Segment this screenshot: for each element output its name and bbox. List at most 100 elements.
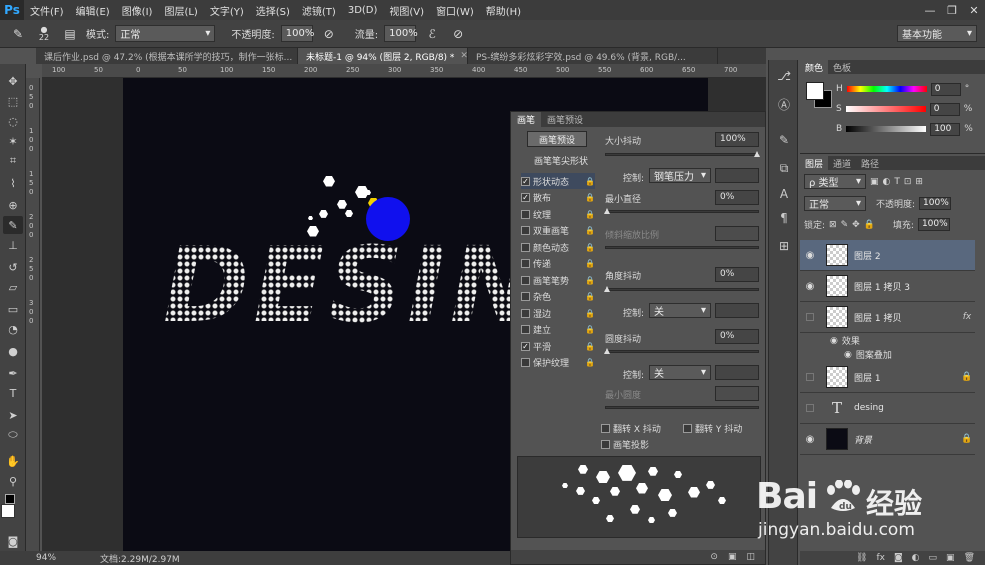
brush-option[interactable]: 纹理 🔒 [521,206,595,222]
checkbox[interactable] [601,440,610,449]
minimize-button[interactable]: — [919,0,941,20]
brush-tool-icon[interactable]: ✎ [8,24,28,44]
lock-paint-icon[interactable]: ✎ [841,220,849,230]
slider-knob[interactable] [754,151,760,157]
new-group-icon[interactable]: ▭ [929,553,938,563]
filter-pixel-icon[interactable]: ▣ [870,177,879,187]
layer-row[interactable]: ◉ 图层 2 [800,240,975,271]
brightness-slider[interactable] [846,126,927,132]
slider-knob[interactable] [604,286,610,292]
hue-slider[interactable] [846,86,927,92]
menu-edit[interactable]: 编辑(E) [70,3,116,18]
slider-knob[interactable] [604,208,610,214]
pattern-overlay-row[interactable]: ◉ 图案叠加 [844,348,892,362]
effects-eye-icon[interactable]: ◉ [830,336,838,346]
angle-control-extra-field[interactable] [715,303,759,318]
angle-jitter-field[interactable]: 0% [715,267,759,282]
brush-panel-toggle-icon[interactable]: ▤ [60,24,80,44]
flow-field[interactable]: 100% [384,25,418,42]
workspace-select[interactable]: 基本功能 ▾ [897,25,977,42]
lock-icon[interactable]: 🔒 [585,193,595,202]
healing-tool-icon[interactable]: ⊕ [3,196,23,214]
lock-icon[interactable]: 🔒 [585,358,595,367]
lock-icon[interactable]: 🔒 [585,177,595,186]
min-diameter-field[interactable]: 0% [715,190,759,205]
link-layers-icon[interactable]: ⛓ [856,553,867,563]
fill-field[interactable]: 100% [917,218,950,231]
pen-tool-icon[interactable]: ✒ [3,364,23,382]
adjust-icon[interactable]: Ⓐ [774,94,794,114]
checkbox[interactable] [683,424,692,433]
menu-select[interactable]: 选择(S) [250,3,296,18]
menu-filter[interactable]: 滤镜(T) [296,3,342,18]
add-mask-icon[interactable]: ◙ [894,553,903,563]
brush-option[interactable]: ✓ 形状动态 🔒 [521,173,595,189]
airbrush-icon[interactable]: ℰ [422,24,442,44]
lasso-tool-icon[interactable]: ◌ [3,112,23,130]
size-control-select[interactable]: 钢笔压力 ▾ [649,168,711,183]
size-jitter-field[interactable]: 100% [715,132,759,147]
checkbox[interactable] [521,209,530,219]
mode-select[interactable]: 正常 ▾ [115,25,216,42]
zoom-tool-icon[interactable]: ⚲ [3,472,23,490]
adjustment-layer-icon[interactable]: ◐ [912,553,920,563]
brush-preset-picker[interactable]: ● 22 [34,24,54,44]
tab-homework[interactable]: 课后作业.psd @ 47.2% (根据本课所学的技巧，制作一张标... [36,48,298,64]
roundness-control-extra-field[interactable] [715,365,759,380]
menu-window[interactable]: 窗口(W) [430,3,480,18]
trash-icon[interactable]: 🗑 [964,553,975,563]
tab-paths[interactable]: 路径 [856,156,884,170]
saturation-value[interactable]: 0 [929,102,960,116]
restore-button[interactable]: ❐ [941,0,963,20]
layer-row[interactable]: 图层 1 拷贝 fx [800,302,975,333]
visibility-eye-icon[interactable] [800,373,820,381]
brush-option[interactable]: 双重画笔 🔒 [521,223,595,239]
opacity-pressure-icon[interactable]: ⊘ [319,24,339,44]
tab-colorful-text[interactable]: PS-缤纷多彩炫彩字效.psd @ 49.6% (背景, RGB/... [468,48,718,64]
close-button[interactable]: ✕ [963,0,985,20]
brush-tip-shape-heading[interactable]: 画笔笔尖形状 [521,154,601,167]
flip-y-option[interactable]: 翻转 Y 抖动 [683,422,742,435]
eraser-tool-icon[interactable]: ▱ [3,278,23,296]
roundness-jitter-field[interactable]: 0% [715,329,759,344]
lock-pixels-icon[interactable]: ⊠ [829,220,837,230]
roundness-control-select[interactable]: 关 ▾ [649,365,711,380]
visibility-eye-icon[interactable]: ◉ [800,281,820,292]
lock-all-icon[interactable]: 🔒 [864,220,875,230]
filter-type-icon[interactable]: T [894,177,900,187]
type-tool-icon[interactable]: T [3,384,23,402]
checkbox[interactable] [521,275,530,285]
checkbox[interactable] [521,292,530,301]
menu-image[interactable]: 图像(I) [116,3,159,18]
close-icon[interactable]: ✕ [460,51,467,61]
brush-option[interactable]: 湿边 🔒 [521,305,595,321]
layer-row[interactable]: ◉ 图层 1 拷贝 3 [800,271,975,302]
checkbox[interactable] [521,308,530,318]
tab-swatches[interactable]: 色板 [828,60,856,74]
history-brush-icon[interactable]: ↺ [3,258,23,276]
fx-badge[interactable]: fx [959,312,975,322]
tab-brush[interactable]: 画笔 [511,112,542,127]
menu-help[interactable]: 帮助(H) [480,3,527,18]
layer-filter-select[interactable]: ρ 类型 ▾ [804,174,866,189]
layer-opacity-field[interactable]: 100% [919,197,952,210]
brush-presets-button[interactable]: 画笔预设 [527,131,587,147]
zoom-level[interactable]: 94% [36,553,56,563]
lock-icon[interactable]: 🔒 [585,226,595,235]
opacity-field[interactable]: 100% [280,25,314,42]
checkbox[interactable] [601,424,610,433]
brush-tool-icon[interactable]: ✎ [3,216,23,234]
brush-option[interactable]: 保护纹理 🔒 [521,355,595,371]
paragraph-icon[interactable]: ¶ [774,208,794,228]
lock-icon[interactable]: 🔒 [585,210,595,219]
default-colors-icon[interactable] [5,494,15,504]
properties-icon[interactable]: ⊞ [774,236,794,256]
clone-source-icon[interactable]: ⧉ [774,158,794,178]
brush-panel-icon[interactable]: ✎ [774,130,794,150]
checkbox[interactable]: ✓ [521,176,530,186]
layer-row[interactable]: 图层 1 🔒 [800,362,975,393]
hand-tool-icon[interactable]: ✋ [3,452,23,470]
eyedropper-tool-icon[interactable]: ⌇ [3,174,23,192]
size-pressure-icon[interactable]: ⊘ [448,24,468,44]
checkbox[interactable]: ✓ [521,193,530,202]
